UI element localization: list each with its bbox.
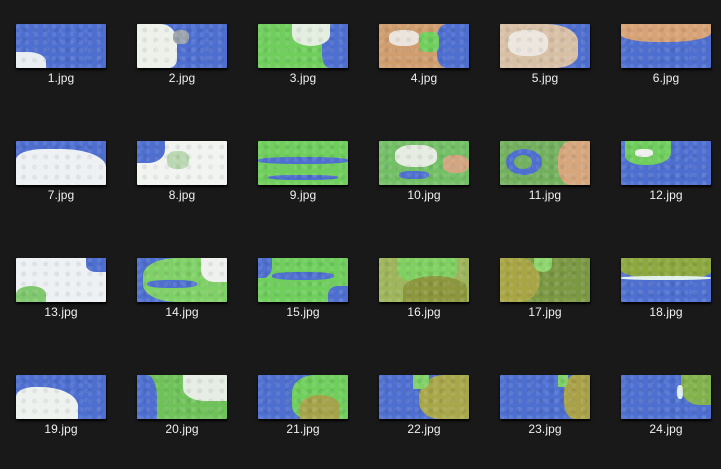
file-name: 20.jpg: [165, 422, 199, 436]
file-item[interactable]: 11.jpg: [490, 135, 600, 235]
map-thumbnail: [16, 375, 106, 419]
map-thumbnail: [500, 141, 590, 185]
file-name: 19.jpg: [44, 422, 78, 436]
file-item[interactable]: 7.jpg: [6, 135, 116, 235]
file-item[interactable]: 14.jpg: [127, 252, 237, 352]
map-thumbnail: [258, 258, 348, 302]
file-item[interactable]: 12.jpg: [611, 135, 721, 235]
map-thumbnail: [500, 258, 590, 302]
file-name: 17.jpg: [528, 305, 562, 319]
map-thumbnail: [379, 141, 469, 185]
map-thumbnail: [379, 375, 469, 419]
file-item[interactable]: 24.jpg: [611, 369, 721, 469]
file-item[interactable]: 15.jpg: [248, 252, 358, 352]
file-name: 3.jpg: [289, 71, 317, 85]
file-item[interactable]: 19.jpg: [6, 369, 116, 469]
file-name: 13.jpg: [44, 305, 78, 319]
file-item[interactable]: 1.jpg: [6, 18, 116, 118]
file-name: 2.jpg: [168, 71, 196, 85]
file-item[interactable]: 16.jpg: [369, 252, 479, 352]
file-name: 11.jpg: [528, 188, 562, 202]
map-thumbnail: [137, 141, 227, 185]
file-name: 16.jpg: [407, 305, 441, 319]
file-name: 21.jpg: [286, 422, 320, 436]
file-name: 4.jpg: [410, 71, 438, 85]
file-name: 23.jpg: [528, 422, 562, 436]
file-name: 14.jpg: [165, 305, 199, 319]
file-item[interactable]: 10.jpg: [369, 135, 479, 235]
file-grid: 1.jpg 2.jpg 3.jpg 4.jpg 5.jpg 6.jpg 7.jpg 8.jpg…: [0, 0, 721, 443]
file-name: 5.jpg: [531, 71, 559, 85]
file-name: 12.jpg: [649, 188, 683, 202]
map-thumbnail: [621, 375, 711, 419]
file-name: 15.jpg: [286, 305, 320, 319]
map-thumbnail: [16, 24, 106, 68]
file-item[interactable]: 9.jpg: [248, 135, 358, 235]
map-thumbnail: [137, 375, 227, 419]
file-item[interactable]: 23.jpg: [490, 369, 600, 469]
file-item[interactable]: 8.jpg: [127, 135, 237, 235]
map-thumbnail: [379, 24, 469, 68]
map-thumbnail: [500, 24, 590, 68]
file-name: 18.jpg: [649, 305, 683, 319]
map-thumbnail: [621, 24, 711, 68]
file-name: 24.jpg: [649, 422, 683, 436]
file-name: 8.jpg: [168, 188, 196, 202]
map-thumbnail: [500, 375, 590, 419]
map-thumbnail: [621, 258, 711, 302]
map-thumbnail: [258, 375, 348, 419]
file-item[interactable]: 20.jpg: [127, 369, 237, 469]
file-item[interactable]: 22.jpg: [369, 369, 479, 469]
map-thumbnail: [379, 258, 469, 302]
file-name: 10.jpg: [407, 188, 441, 202]
map-thumbnail: [137, 24, 227, 68]
map-thumbnail: [258, 141, 348, 185]
map-thumbnail: [137, 258, 227, 302]
file-item[interactable]: 6.jpg: [611, 18, 721, 118]
file-item[interactable]: 21.jpg: [248, 369, 358, 469]
file-name: 7.jpg: [47, 188, 75, 202]
map-thumbnail: [621, 141, 711, 185]
map-thumbnail: [258, 24, 348, 68]
file-item[interactable]: 4.jpg: [369, 18, 479, 118]
map-thumbnail: [16, 258, 106, 302]
file-item[interactable]: 17.jpg: [490, 252, 600, 352]
file-name: 22.jpg: [407, 422, 441, 436]
file-name: 9.jpg: [289, 188, 317, 202]
file-item[interactable]: 3.jpg: [248, 18, 358, 118]
file-name: 6.jpg: [652, 71, 680, 85]
map-thumbnail: [16, 141, 106, 185]
file-item[interactable]: 5.jpg: [490, 18, 600, 118]
file-item[interactable]: 13.jpg: [6, 252, 116, 352]
file-item[interactable]: 2.jpg: [127, 18, 237, 118]
file-name: 1.jpg: [47, 71, 75, 85]
file-item[interactable]: 18.jpg: [611, 252, 721, 352]
